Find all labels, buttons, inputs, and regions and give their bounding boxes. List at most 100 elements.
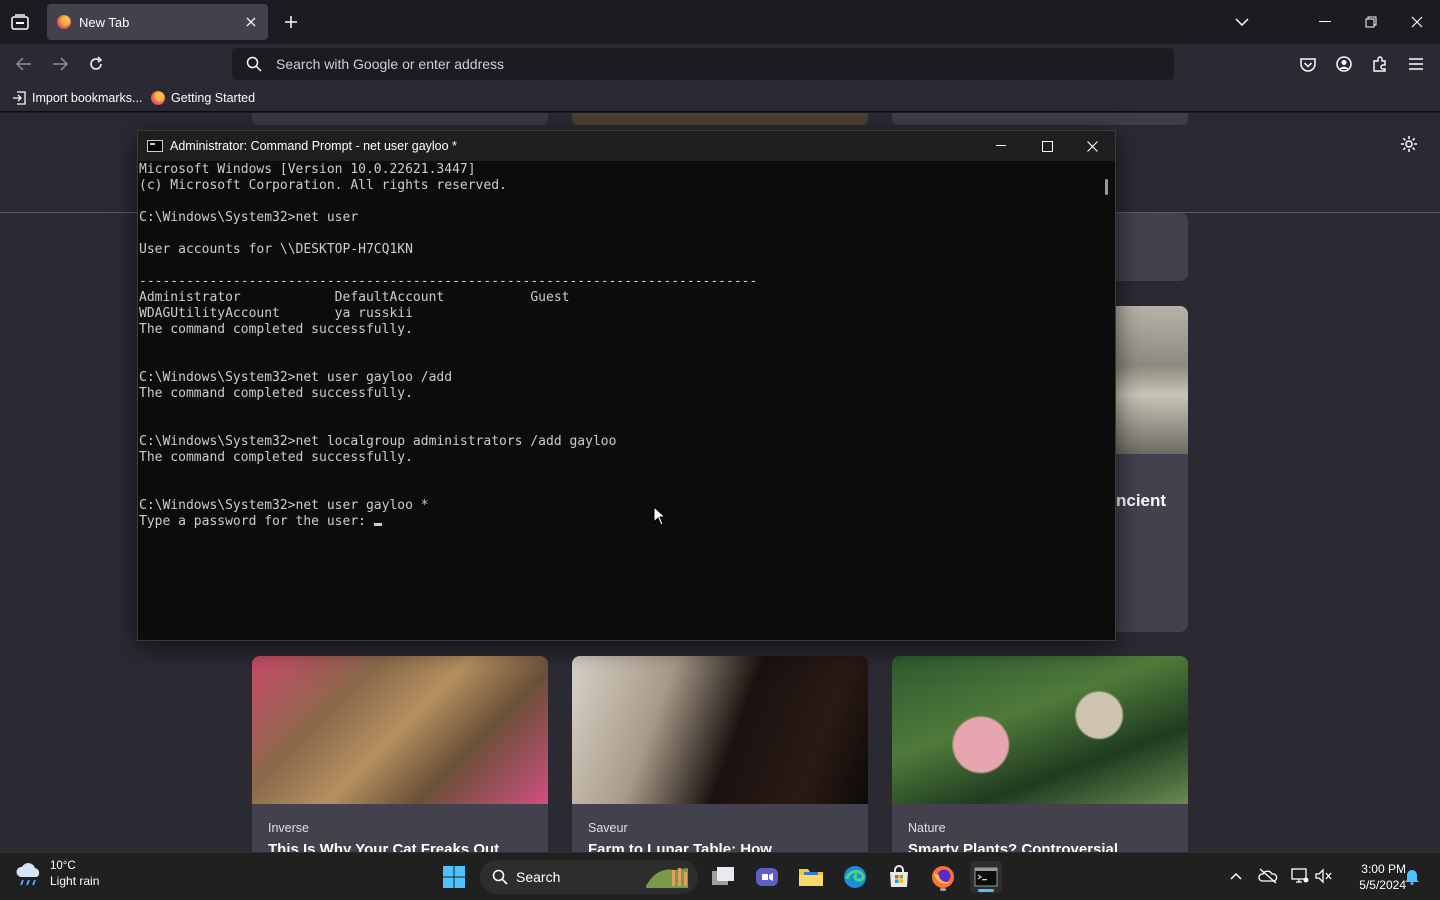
bell-icon — [1405, 870, 1419, 885]
teams-chat-icon — [756, 868, 778, 886]
close-tab-button[interactable] — [242, 13, 260, 31]
cmd-output-line: (c) Microsoft Corporation. All rights re… — [139, 178, 507, 193]
active-indicator — [978, 889, 994, 892]
clock-date: 5/5/2024 — [1359, 878, 1406, 892]
firefox-view-icon — [11, 14, 29, 30]
cmd-output-line: C:\Windows\System32>net user — [139, 210, 359, 225]
weather-widget[interactable]: 10°C Light rain — [14, 860, 99, 888]
chevron-up-icon — [1230, 872, 1242, 880]
restore-window-button[interactable] — [1357, 8, 1385, 36]
close-window-button[interactable] — [1403, 8, 1431, 36]
volume-button[interactable] — [1313, 865, 1335, 887]
top-site-tile[interactable] — [892, 113, 1188, 125]
story-source: Saveur — [588, 821, 628, 835]
cmd-output-line — [139, 258, 1098, 274]
tab-title: New Tab — [79, 14, 130, 30]
top-site-tile[interactable] — [572, 113, 868, 125]
url-bar[interactable] — [232, 48, 1174, 80]
onedrive-button[interactable] — [1257, 865, 1279, 887]
minimize-window-button[interactable] — [1311, 8, 1339, 36]
cmd-window-title: Administrator: Command Prompt - net user… — [170, 139, 457, 153]
folder-icon — [799, 869, 823, 886]
tab-new-tab[interactable]: New Tab — [47, 4, 268, 40]
cmd-output-line: The command completed successfully. — [139, 386, 413, 401]
forward-button[interactable] — [48, 52, 72, 76]
cmd-console-output[interactable]: Microsoft Windows [Version 10.0.22621.34… — [138, 162, 1098, 640]
cmd-output-line: Type a password for the user: — [139, 514, 1098, 530]
mouse-cursor-icon — [653, 506, 667, 526]
account-icon — [1336, 56, 1352, 72]
app-menu-button[interactable] — [1404, 52, 1428, 76]
notifications-button[interactable] — [1401, 865, 1423, 887]
cmd-output-line — [139, 466, 1098, 482]
cmd-output-line: ----------------------------------------… — [139, 274, 758, 289]
cmd-minimize-button[interactable] — [978, 131, 1024, 161]
firefox-icon — [57, 15, 71, 29]
bookmark-label: Import bookmarks... — [32, 91, 143, 105]
edge-icon — [844, 866, 866, 888]
taskbar-search-box[interactable]: Search — [480, 860, 698, 894]
system-clock[interactable]: 3:00 PM 5/5/2024 — [1340, 861, 1406, 893]
story-source: Inverse — [268, 821, 309, 835]
cmd-title-bar[interactable]: Administrator: Command Prompt - net user… — [138, 131, 1115, 161]
start-button[interactable] — [438, 861, 470, 893]
firefox-view-button[interactable] — [8, 10, 32, 34]
firefox-icon — [932, 866, 954, 888]
network-button[interactable] — [1289, 865, 1311, 887]
command-prompt-window[interactable]: Administrator: Command Prompt - net user… — [137, 130, 1116, 641]
story-card[interactable]: Saveur Farm to Lunar Table: How — [572, 656, 868, 853]
bookmark-getting-started[interactable]: Getting Started — [151, 89, 255, 107]
close-icon — [1086, 140, 1098, 152]
gear-icon — [1401, 136, 1417, 152]
cmd-scrollbar-thumb[interactable] — [1105, 179, 1108, 195]
edge-button[interactable] — [839, 861, 871, 893]
story-photo — [892, 656, 1188, 804]
cmd-output-line: Microsoft Windows [Version 10.0.22621.34… — [139, 162, 476, 177]
story-card[interactable]: Inverse This Is Why Your Cat Freaks Out — [252, 656, 548, 853]
cloud-off-icon — [1258, 868, 1278, 884]
running-indicator — [940, 888, 946, 891]
minimize-icon — [996, 145, 1006, 146]
cmd-output-line — [139, 194, 1098, 210]
cmd-output-line: User accounts for \\DESKTOP-H7CQ1KN — [139, 242, 413, 257]
story-photo — [252, 656, 548, 804]
cmd-output-line — [139, 402, 1098, 418]
top-site-tile[interactable] — [252, 113, 548, 125]
cmd-output-line — [139, 338, 1098, 354]
maximize-icon — [1041, 140, 1053, 152]
command-prompt-taskbar-button[interactable] — [970, 861, 1002, 893]
import-icon — [13, 91, 26, 105]
cmd-maximize-button[interactable] — [1024, 131, 1070, 161]
taskbar-search-label: Search — [516, 869, 561, 885]
cmd-output-line: Administrator DefaultAccount Guest — [139, 290, 570, 305]
file-explorer-button[interactable] — [795, 861, 827, 893]
extensions-button[interactable] — [1368, 52, 1392, 76]
new-tab-button[interactable] — [279, 10, 303, 34]
chevron-down-icon — [1235, 18, 1249, 26]
firefox-taskbar-button[interactable] — [927, 861, 959, 893]
list-all-tabs-button[interactable] — [1230, 10, 1254, 34]
cmd-output-line — [139, 354, 1098, 370]
microsoft-store-button[interactable] — [883, 861, 915, 893]
close-icon — [246, 17, 256, 27]
plus-icon — [285, 16, 297, 28]
address-input[interactable] — [276, 56, 1136, 72]
story-card[interactable]: Nature Smarty Plants? Controversial — [892, 656, 1188, 853]
show-hidden-icons-button[interactable] — [1225, 865, 1247, 887]
cmd-close-button[interactable] — [1069, 131, 1115, 161]
reload-button[interactable] — [84, 52, 108, 76]
minimize-icon — [1319, 21, 1331, 22]
firefox-icon — [151, 91, 165, 105]
teams-button[interactable] — [751, 861, 783, 893]
windows-logo-icon — [443, 866, 465, 888]
personalize-button[interactable] — [1398, 133, 1420, 155]
cmd-output-line: C:\Windows\System32>net localgroup admin… — [139, 434, 617, 449]
bookmark-import[interactable]: Import bookmarks... — [12, 89, 142, 107]
restore-icon — [1365, 16, 1377, 28]
story-photo — [572, 656, 868, 804]
task-view-button[interactable] — [707, 861, 739, 893]
pocket-button[interactable] — [1296, 52, 1320, 76]
search-icon — [492, 869, 508, 885]
account-button[interactable] — [1332, 52, 1356, 76]
back-button[interactable] — [12, 52, 36, 76]
